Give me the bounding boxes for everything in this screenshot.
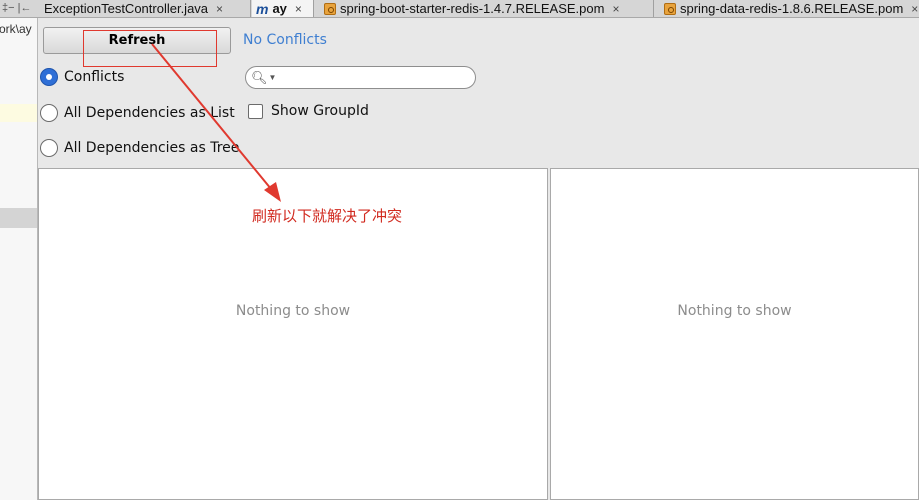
selected-row[interactable] (0, 208, 37, 228)
close-icon[interactable]: × (295, 1, 302, 17)
tab-label: spring-data-redis-1.8.6.RELEASE.pom (680, 1, 904, 16)
caret-down-icon[interactable]: ▼ (269, 73, 277, 82)
annotation-highlight-box (83, 30, 217, 67)
tab-spring-data-redis-pom[interactable]: spring-data-redis-1.8.6.RELEASE.pom × (660, 0, 919, 17)
tab-ay-pom[interactable]: m ay × (252, 0, 314, 17)
radio-button-checked[interactable] (40, 68, 58, 86)
show-groupid-checkbox[interactable]: Show GroupId (248, 103, 369, 119)
project-path-fragment: ork\ay (0, 22, 32, 36)
radio-conflicts[interactable]: Conflicts (40, 68, 124, 86)
tab-label: ay (272, 1, 287, 16)
search-input[interactable] (280, 68, 475, 87)
radio-label: All Dependencies as Tree (64, 140, 240, 156)
radio-label: Conflicts (64, 69, 125, 85)
tab-scroll-controls[interactable]: ‡− |← (0, 0, 40, 17)
tab-spring-boot-starter-redis-pom[interactable]: spring-boot-starter-redis-1.4.7.RELEASE.… (320, 0, 654, 17)
close-icon[interactable]: × (612, 1, 619, 17)
editor-tab-bar: ‡− |← ExceptionTestController.java × m a… (0, 0, 919, 18)
radio-all-dependencies-list[interactable]: All Dependencies as List (40, 104, 235, 122)
radio-button[interactable] (40, 139, 58, 157)
maven-m-icon: m (256, 1, 269, 17)
close-icon[interactable]: × (216, 1, 223, 17)
pom-icon (664, 3, 676, 15)
pom-icon (324, 3, 336, 15)
search-icon[interactable]: 🔍︎ (251, 70, 268, 86)
dependency-detail-panel[interactable]: Nothing to show (550, 168, 919, 500)
radio-button[interactable] (40, 104, 58, 122)
tab-label: spring-boot-starter-redis-1.4.7.RELEASE.… (340, 1, 605, 16)
checkbox[interactable] (248, 103, 263, 119)
radio-label: All Dependencies as List (64, 105, 235, 121)
project-tree-edge: ork\ay (0, 18, 38, 500)
checkbox-label: Show GroupId (271, 103, 369, 119)
radio-all-dependencies-tree[interactable]: All Dependencies as Tree (40, 139, 239, 157)
highlighted-row[interactable] (0, 104, 37, 122)
close-icon[interactable]: × (911, 1, 918, 17)
empty-state-text: Nothing to show (677, 303, 792, 319)
conflict-status-text: No Conflicts (243, 32, 327, 48)
empty-state-text: Nothing to show (235, 303, 351, 319)
annotation-text: 刷新以下就解决了冲突 (252, 207, 403, 225)
tab-exception-test-controller[interactable]: ExceptionTestController.java × (40, 0, 251, 17)
search-box[interactable]: 🔍︎ ▼ (245, 66, 476, 89)
tab-label: ExceptionTestController.java (44, 1, 209, 16)
